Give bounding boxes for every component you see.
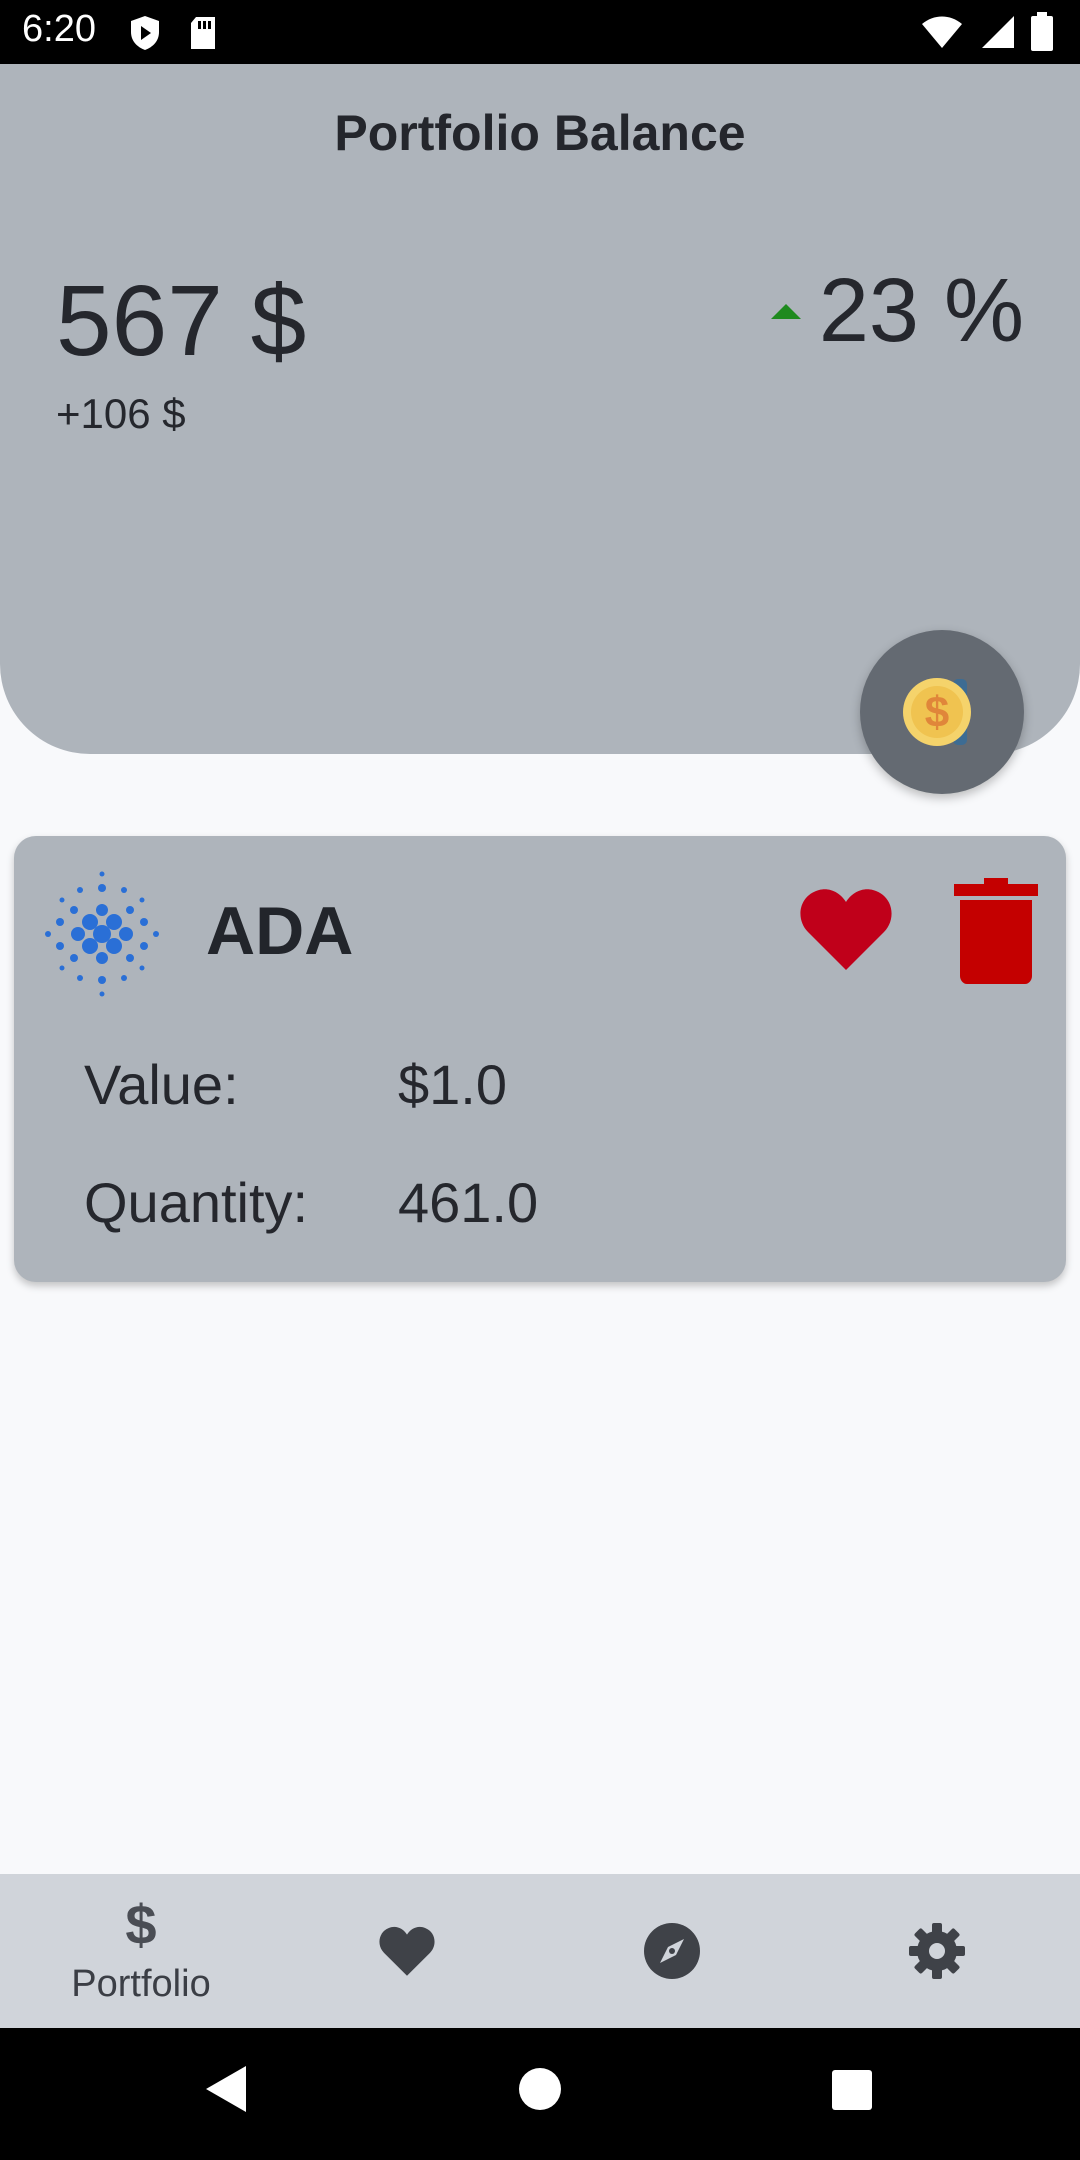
add-coin-button[interactable]: $ <box>860 630 1024 794</box>
status-right-icons <box>920 12 1054 52</box>
status-time: 6:20 <box>22 8 96 50</box>
back-button[interactable] <box>204 2064 248 2119</box>
heart-icon <box>800 889 892 970</box>
cardano-logo <box>45 871 159 997</box>
coin-card[interactable]: ADA Value: $1.0 Quantity: 461.0 <box>14 836 1066 1282</box>
balance-change: +106 $ <box>56 390 186 437</box>
signal-icon <box>982 16 1014 48</box>
coin-dollar-icon: $ <box>903 678 971 746</box>
bottom-nav: $ Portfolio <box>0 1874 1080 2028</box>
svg-text:$: $ <box>925 688 949 737</box>
trash-icon <box>954 878 1038 984</box>
coin-quantity: 461.0 <box>398 1171 539 1234</box>
delete-button[interactable] <box>954 878 1038 984</box>
status-bar: 6:20 <box>0 0 1080 64</box>
recents-button[interactable] <box>830 2064 874 2119</box>
shield-play-icon <box>131 16 159 50</box>
gear-icon <box>909 1923 965 1979</box>
favorite-button[interactable] <box>800 886 892 972</box>
trend-up-icon <box>770 304 801 319</box>
battery-icon <box>1031 12 1053 51</box>
status-left-icons <box>128 14 218 52</box>
coin-symbol: ADA <box>206 893 354 969</box>
balance-value: 567 $ <box>56 265 307 377</box>
percent-change: 23 % <box>770 260 1024 363</box>
nav-portfolio[interactable]: $ Portfolio <box>6 1874 276 2028</box>
page-title: Portfolio Balance <box>334 105 746 161</box>
dollar-icon: $ <box>125 1892 157 1956</box>
compass-icon <box>644 1923 700 1979</box>
percent-value: 23 % <box>818 261 1024 361</box>
nav-portfolio-label: Portfolio <box>71 1962 211 2005</box>
wifi-icon <box>922 16 962 48</box>
coin-value: $1.0 <box>398 1053 507 1116</box>
recents-icon <box>832 2070 872 2110</box>
screen: 6:20 Portfolio Balance 567 $ +106 $ 23 %… <box>0 0 1080 2160</box>
value-label: Value: <box>84 1053 239 1116</box>
quantity-label: Quantity: <box>84 1171 309 1234</box>
home-icon <box>519 2068 561 2110</box>
heart-icon <box>379 1926 435 1976</box>
nav-explore[interactable] <box>537 1874 807 2028</box>
back-icon <box>206 2066 246 2112</box>
sd-card-icon <box>191 17 215 49</box>
nav-settings[interactable] <box>802 1874 1072 2028</box>
system-nav-bar <box>0 2028 1080 2160</box>
home-button[interactable] <box>518 2064 562 2119</box>
nav-favorites[interactable] <box>272 1874 542 2028</box>
